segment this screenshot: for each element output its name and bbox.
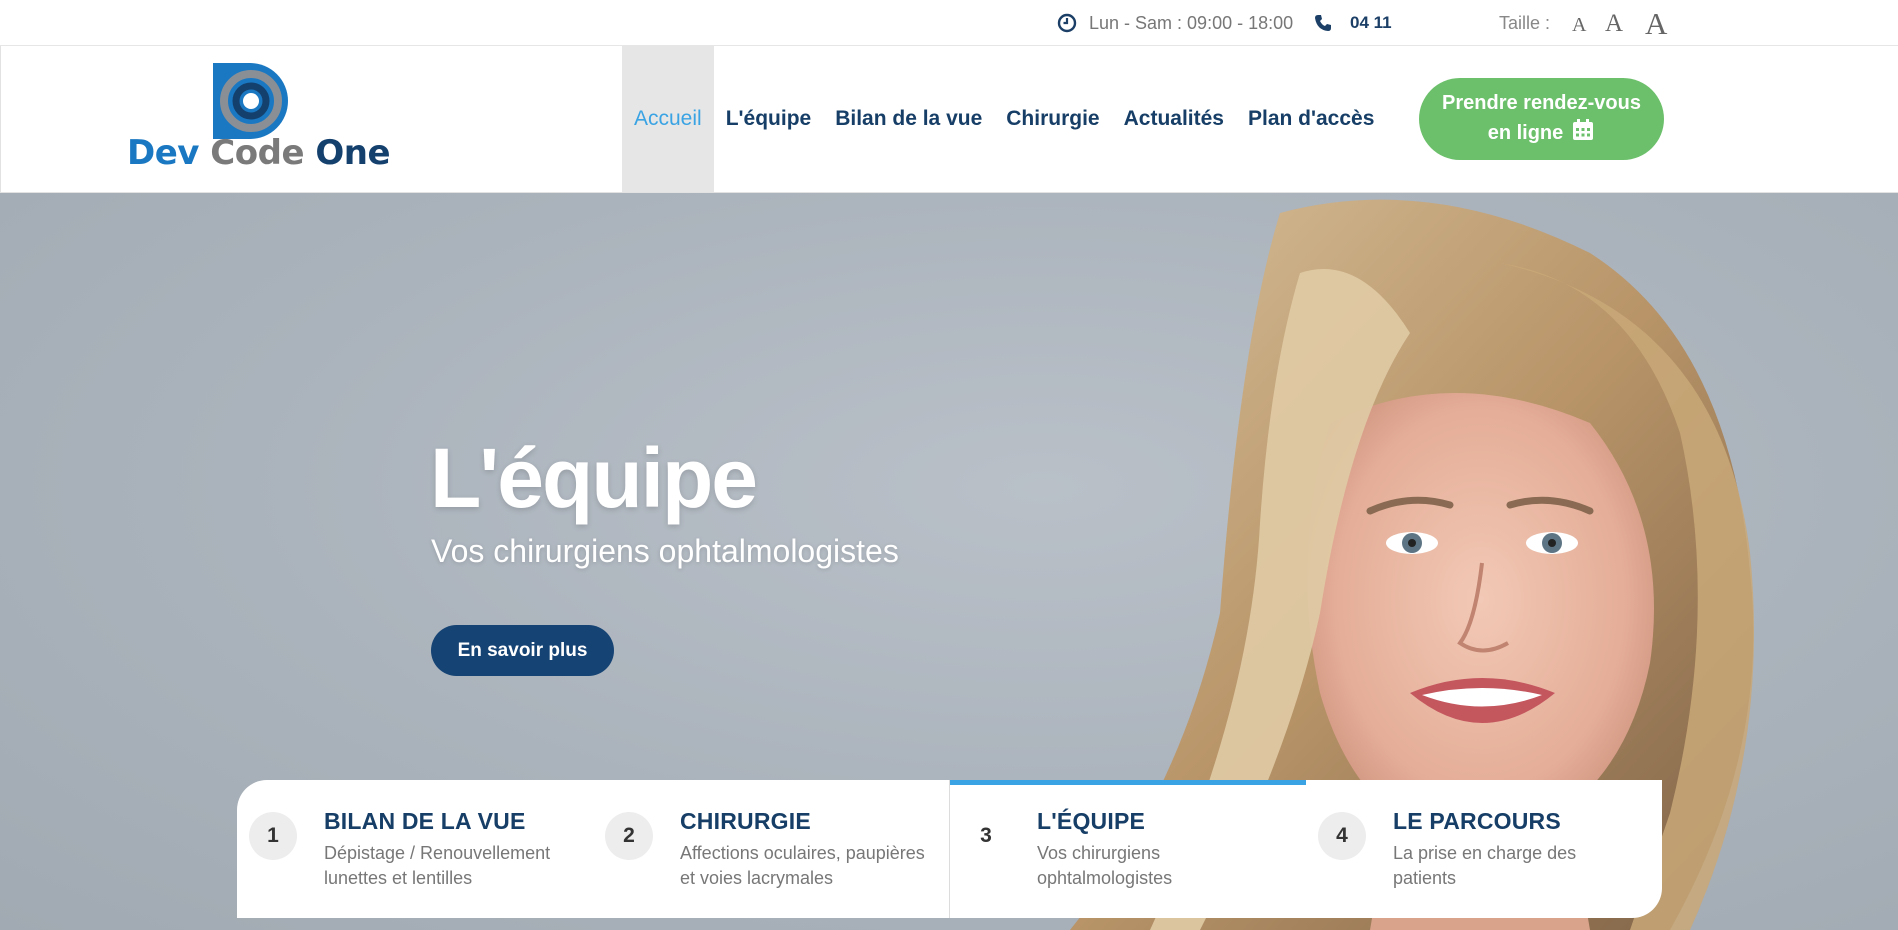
step-number: 4 — [1318, 812, 1366, 860]
step-bilan-vue[interactable]: 1 BILAN DE LA VUE Dépistage / Renouvelle… — [237, 780, 593, 918]
nav-item-equipe[interactable]: L'équipe — [714, 46, 824, 192]
nav-item-chirurgie[interactable]: Chirurgie — [994, 46, 1111, 192]
logo-wordmark: Dev Code One — [127, 133, 391, 173]
step-description: Affections oculaires, paupières et voies… — [680, 843, 925, 888]
opening-hours: Lun - Sam : 09:00 - 18:00 — [1057, 12, 1293, 34]
site-header: Dev Code One Accueil L'équipe Bilan de l… — [0, 46, 1898, 193]
step-description: Dépistage / Renouvellement lunettes et l… — [324, 843, 551, 888]
text-size-large-button[interactable]: A — [1645, 6, 1667, 42]
phone-link[interactable]: 04 11 — [1314, 12, 1392, 34]
appointment-button-line2-wrap: en ligne — [1419, 118, 1664, 148]
text-size-small-button[interactable]: A — [1572, 14, 1586, 37]
top-info-bar: Lun - Sam : 09:00 - 18:00 04 11 Taille :… — [0, 0, 1898, 46]
nav-item-bilan-vue[interactable]: Bilan de la vue — [823, 46, 994, 192]
step-title: CHIRURGIE — [680, 808, 811, 834]
logo-mark-icon — [213, 63, 288, 139]
logo-word-dev: Dev — [127, 133, 199, 173]
step-equipe[interactable]: 3 L'ÉQUIPE Vos chirurgiens ophtalmologis… — [949, 780, 1306, 918]
nav-item-actualites[interactable]: Actualités — [1112, 46, 1236, 192]
step-description: Vos chirurgiens ophtalmologistes — [1037, 843, 1173, 888]
phone-number: 04 11 — [1350, 13, 1392, 32]
nav-item-plan-acces[interactable]: Plan d'accès — [1236, 46, 1386, 192]
step-title: L'ÉQUIPE — [1037, 808, 1146, 834]
appointment-button-line1: Prendre rendez-vous — [1442, 92, 1641, 114]
step-number: 1 — [249, 812, 297, 860]
step-description: La prise en charge des patients — [1393, 843, 1577, 888]
logo-word-code: Code — [210, 133, 305, 173]
phone-icon — [1315, 15, 1331, 31]
site-logo[interactable]: Dev Code One — [127, 63, 391, 178]
slider-steps: 1 BILAN DE LA VUE Dépistage / Renouvelle… — [237, 780, 1662, 918]
learn-more-button[interactable]: En savoir plus — [431, 625, 614, 676]
main-navigation: Accueil L'équipe Bilan de la vue Chirurg… — [622, 46, 1386, 192]
calendar-icon — [1573, 119, 1594, 140]
opening-hours-text: Lun - Sam : 09:00 - 18:00 — [1089, 12, 1294, 33]
appointment-button-line2: en ligne — [1487, 122, 1564, 144]
hero-title: L'équipe — [430, 431, 758, 525]
text-size-medium-button[interactable]: A — [1605, 10, 1623, 38]
step-number: 2 — [605, 812, 653, 860]
hero-subtitle: Vos chirurgiens ophtalmologistes — [431, 533, 899, 569]
logo-word-one: One — [315, 133, 391, 173]
nav-item-accueil[interactable]: Accueil — [622, 46, 714, 192]
step-parcours[interactable]: 4 LE PARCOURS La prise en charge des pat… — [1306, 780, 1662, 918]
step-number: 3 — [980, 824, 992, 847]
step-title: LE PARCOURS — [1393, 808, 1561, 834]
hero-slider: L'équipe Vos chirurgiens ophtalmologiste… — [0, 193, 1898, 930]
step-chirurgie[interactable]: 2 CHIRURGIE Affections oculaires, paupiè… — [593, 780, 949, 918]
text-size-label: Taille : — [1499, 12, 1551, 33]
clock-icon — [1057, 13, 1077, 33]
step-title: BILAN DE LA VUE — [324, 808, 526, 834]
online-appointment-button[interactable]: Prendre rendez-vous en ligne — [1419, 78, 1664, 160]
